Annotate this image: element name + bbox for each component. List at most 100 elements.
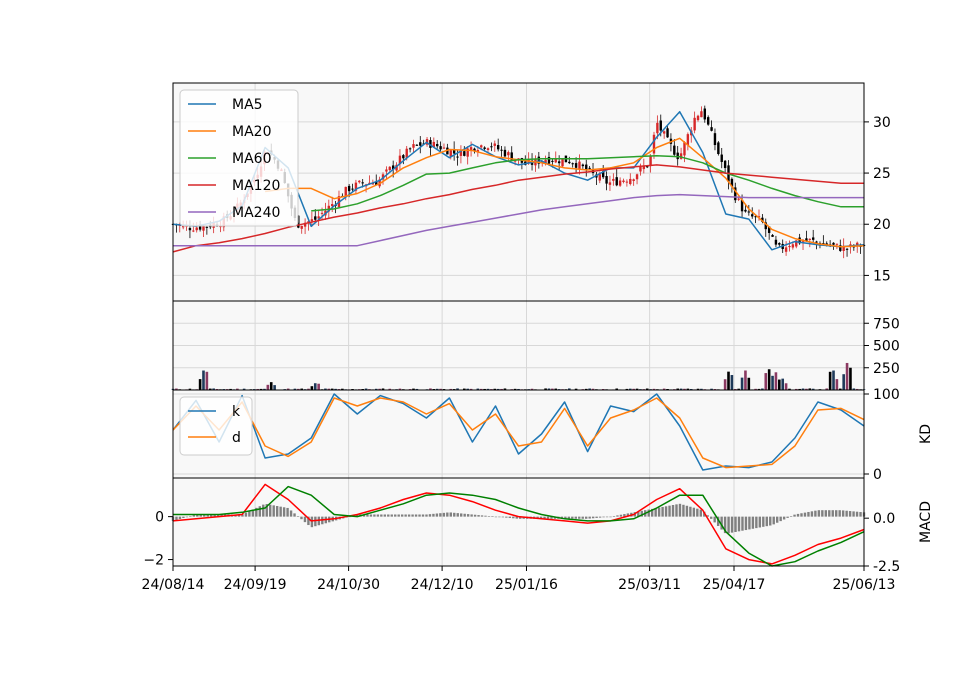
- macd-histogram-bar: [509, 517, 511, 518]
- macd-histogram-bar: [432, 514, 434, 517]
- candle-body: [314, 216, 316, 219]
- x-tick-label: 24/08/14: [142, 577, 205, 593]
- candle-body: [551, 161, 553, 162]
- candle-body: [578, 162, 580, 169]
- volume-bar: [768, 369, 771, 390]
- macd-histogram-bar: [790, 516, 792, 517]
- macd-histogram-bar: [783, 517, 785, 520]
- candle-body: [500, 150, 502, 151]
- candle-body: [622, 181, 624, 182]
- macd-histogram-bar: [734, 517, 736, 532]
- macd-histogram-bar: [700, 510, 702, 517]
- candle-body: [771, 235, 773, 237]
- macd-y-axis-label: MACD: [918, 501, 934, 543]
- candle-body: [663, 131, 665, 133]
- candle-body: [331, 204, 333, 206]
- macd-histogram-bar: [505, 517, 507, 518]
- volume-bar: [270, 382, 273, 390]
- macd-histogram-bar: [491, 516, 493, 517]
- macd-histogram-bar: [429, 514, 431, 516]
- candle-body: [700, 111, 702, 117]
- macd-histogram-bar: [286, 508, 288, 517]
- volume-bar: [849, 368, 852, 390]
- macd-histogram-bar: [755, 517, 757, 528]
- macd-histogram-bar: [575, 517, 577, 519]
- candle-body: [846, 249, 848, 250]
- macd-histogram-bar: [616, 515, 618, 516]
- kd-y-axis-label: KD: [918, 424, 934, 444]
- candle-body: [619, 180, 621, 185]
- candle-body: [487, 148, 489, 150]
- price-legend-label: MA240: [232, 205, 280, 221]
- macd-histogram-bar: [488, 516, 490, 517]
- macd-histogram-bar: [585, 517, 587, 519]
- volume-bar: [832, 371, 835, 390]
- candle-body: [751, 214, 753, 216]
- macd-histogram-bar: [436, 514, 438, 517]
- candle-body: [809, 239, 811, 240]
- stock-chart: 24/08/1424/09/1924/10/3024/12/1025/01/16…: [0, 0, 960, 690]
- candle-body: [744, 210, 746, 212]
- volume-bar: [829, 372, 832, 390]
- candle-body: [416, 145, 418, 146]
- macd-histogram-bar: [418, 514, 420, 516]
- macd-histogram-bar: [547, 517, 549, 519]
- candle-body: [582, 165, 584, 167]
- macd-histogram-bar: [425, 514, 427, 516]
- candle-body: [832, 243, 834, 245]
- x-tick-label: 25/04/17: [703, 577, 766, 593]
- candle-body: [649, 156, 651, 166]
- candle-body: [507, 152, 509, 155]
- macd-histogram-bar: [689, 507, 691, 517]
- macd-histogram-bar: [845, 511, 847, 517]
- macd-histogram-bar: [620, 515, 622, 517]
- candle-body: [402, 155, 404, 158]
- candle-body: [202, 226, 204, 231]
- macd-histogram-bar: [773, 517, 775, 525]
- candle-body: [656, 123, 658, 133]
- volume-bar: [846, 363, 849, 390]
- macd-histogram-bar: [609, 517, 611, 518]
- macd-histogram-bar: [484, 516, 486, 517]
- candle-body: [666, 128, 668, 137]
- candle-body: [775, 240, 777, 245]
- macd-histogram-bar: [387, 514, 389, 516]
- macd-histogram-bar: [300, 517, 302, 520]
- macd-histogram-bar: [759, 517, 761, 528]
- candle-body: [704, 109, 706, 120]
- candle-body: [588, 168, 590, 169]
- macd-histogram-bar: [793, 515, 795, 517]
- volume-bar: [273, 385, 276, 390]
- macd-histogram-bar: [686, 506, 688, 517]
- x-tick-label: 25/03/11: [618, 577, 681, 593]
- kd-y-tick-label: 100: [873, 387, 900, 403]
- macd-histogram-bar: [571, 517, 573, 519]
- candle-body: [673, 146, 675, 155]
- macd-histogram-bar: [498, 517, 500, 518]
- macd-histogram-bar: [807, 512, 809, 517]
- macd-histogram-bar: [495, 517, 497, 518]
- macd-histogram-bar: [175, 517, 177, 520]
- macd-histogram-bar: [314, 517, 316, 527]
- candle-body: [697, 116, 699, 120]
- volume-bar: [311, 386, 314, 390]
- macd-histogram-bar: [404, 514, 406, 516]
- macd-histogram-bar: [852, 511, 854, 516]
- candle-body: [707, 117, 709, 124]
- macd-histogram-bar: [394, 514, 396, 516]
- candle-body: [788, 246, 790, 247]
- macd-histogram-bar: [411, 514, 413, 516]
- macd-histogram-bar: [835, 510, 837, 516]
- candle-body: [616, 177, 618, 185]
- candle-body: [609, 182, 611, 184]
- candle-body: [412, 144, 414, 148]
- macd-histogram-bar: [602, 517, 604, 518]
- candle-body: [361, 182, 363, 183]
- price-y-tick-label: 20: [873, 217, 891, 233]
- candle-body: [480, 145, 482, 147]
- macd-histogram-bar: [259, 506, 261, 516]
- macd-histogram-bar: [797, 514, 799, 517]
- macd-histogram-bar: [457, 513, 459, 517]
- macd-histogram-bar: [460, 513, 462, 516]
- macd-histogram-bar: [748, 517, 750, 530]
